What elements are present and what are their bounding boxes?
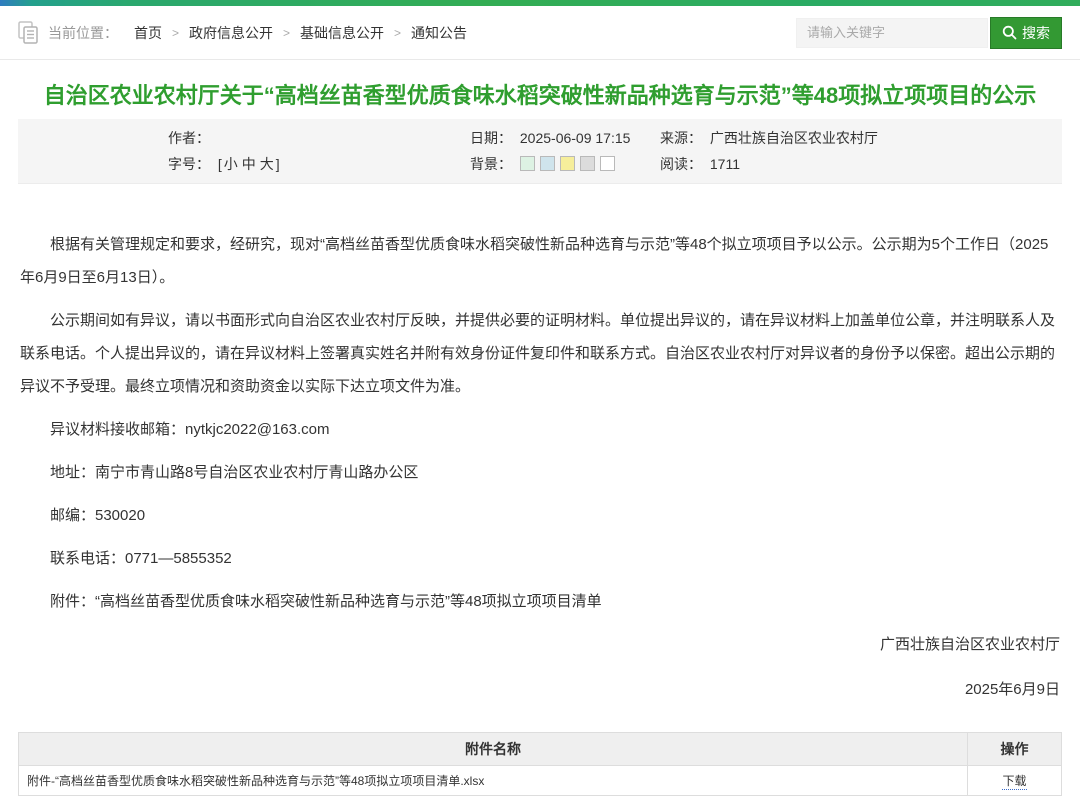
fontsize-medium[interactable]: 中 [242,156,256,172]
article-body: 根据有关管理规定和要求，经研究，现对“高档丝苗香型优质食味水稻突破性新品种选育与… [0,184,1080,618]
fontsize-bracket-close: ] [276,156,280,172]
breadcrumb-item-home[interactable]: 首页 [134,23,162,43]
paragraph-address: 地址：南宁市青山路8号自治区农业农村厅青山路办公区 [20,456,1060,489]
breadcrumb-separator: > [172,26,179,40]
meta-author: 作者： [168,126,470,150]
download-link[interactable]: 下载 [1002,774,1026,790]
page-title: 自治区农业农村厅关于“高档丝苗香型优质食味水稻突破性新品种选育与示范”等48项拟… [30,80,1050,111]
breadcrumb-label: 当前位置： [48,23,118,43]
signature-org: 广西壮族自治区农业农村厅 [20,628,1060,661]
breadcrumb-separator: > [283,26,290,40]
signature-date: 2025年6月9日 [20,673,1060,706]
source-label: 来源： [660,130,702,146]
breadcrumb-item-notices[interactable]: 通知公告 [411,23,467,43]
attachments-header-name: 附件名称 [19,733,968,766]
search-input[interactable] [796,18,988,48]
views-value: 1711 [710,156,740,172]
attachments-header-action: 操作 [968,733,1062,766]
meta-fontsize: 字号： [小中大] [168,152,470,176]
breadcrumb-separator: > [394,26,401,40]
fontsize-bracket-open: [ [218,156,222,172]
article-meta-bar: 作者： 日期： 2025-06-09 17:15 来源： 广西壮族自治区农业农村… [18,119,1062,184]
paragraph-email: 异议材料接收邮箱：nytkjc2022@163.com [20,413,1060,446]
paragraph-objection: 公示期间如有异议，请以书面形式向自治区农业农村厅反映，并提供必要的证明材料。单位… [20,304,1060,403]
fontsize-label: 字号： [168,156,210,172]
date-value: 2025-06-09 17:15 [520,130,631,146]
attachment-action-cell: 下载 [968,766,1062,796]
documents-icon [18,21,40,45]
table-row: 附件-“高档丝苗香型优质食味水稻突破性新品种选育与示范”等48项拟立项项目清单.… [19,766,1062,796]
bg-swatch-green[interactable] [520,156,535,171]
paragraph-zipcode: 邮编：530020 [20,499,1060,532]
source-value: 广西壮族自治区农业农村厅 [710,130,878,146]
meta-source: 来源： 广西壮族自治区农业农村厅 [660,126,1062,150]
fontsize-large[interactable]: 大 [260,156,274,172]
bg-swatch-blue[interactable] [540,156,555,171]
fontsize-small[interactable]: 小 [224,156,238,172]
meta-date: 日期： 2025-06-09 17:15 [470,126,660,150]
bg-swatch-white[interactable] [600,156,615,171]
search-box: 搜索 [796,17,1062,49]
meta-views: 阅读： 1711 [660,152,1062,176]
search-icon [1002,25,1017,40]
bg-swatch-gray[interactable] [580,156,595,171]
paragraph-phone: 联系电话：0771—5855352 [20,542,1060,575]
meta-background: 背景： [470,152,660,176]
breadcrumb-item-gov-info[interactable]: 政府信息公开 [189,23,273,43]
paragraph-intro: 根据有关管理规定和要求，经研究，现对“高档丝苗香型优质食味水稻突破性新品种选育与… [20,228,1060,294]
search-button[interactable]: 搜索 [990,17,1062,49]
views-label: 阅读： [660,156,702,172]
attachments-header-row: 附件名称 操作 [19,733,1062,766]
date-label: 日期： [470,130,512,146]
author-label: 作者： [168,130,210,146]
paragraph-attachment: 附件：“高档丝苗香型优质食味水稻突破性新品种选育与示范”等48项拟立项项目清单 [20,585,1060,618]
attachments-table: 附件名称 操作 附件-“高档丝苗香型优质食味水稻突破性新品种选育与示范”等48项… [18,732,1062,796]
bg-swatch-yellow[interactable] [560,156,575,171]
search-button-label: 搜索 [1022,23,1050,43]
breadcrumb-item-basic-info[interactable]: 基础信息公开 [300,23,384,43]
attachment-file-name: 附件-“高档丝苗香型优质食味水稻突破性新品种选育与示范”等48项拟立项项目清单.… [19,766,968,796]
signature-block: 广西壮族自治区农业农村厅 2025年6月9日 [0,628,1080,706]
breadcrumb: 当前位置： 首页 > 政府信息公开 > 基础信息公开 > 通知公告 搜索 [0,6,1080,60]
background-label: 背景： [470,156,512,172]
